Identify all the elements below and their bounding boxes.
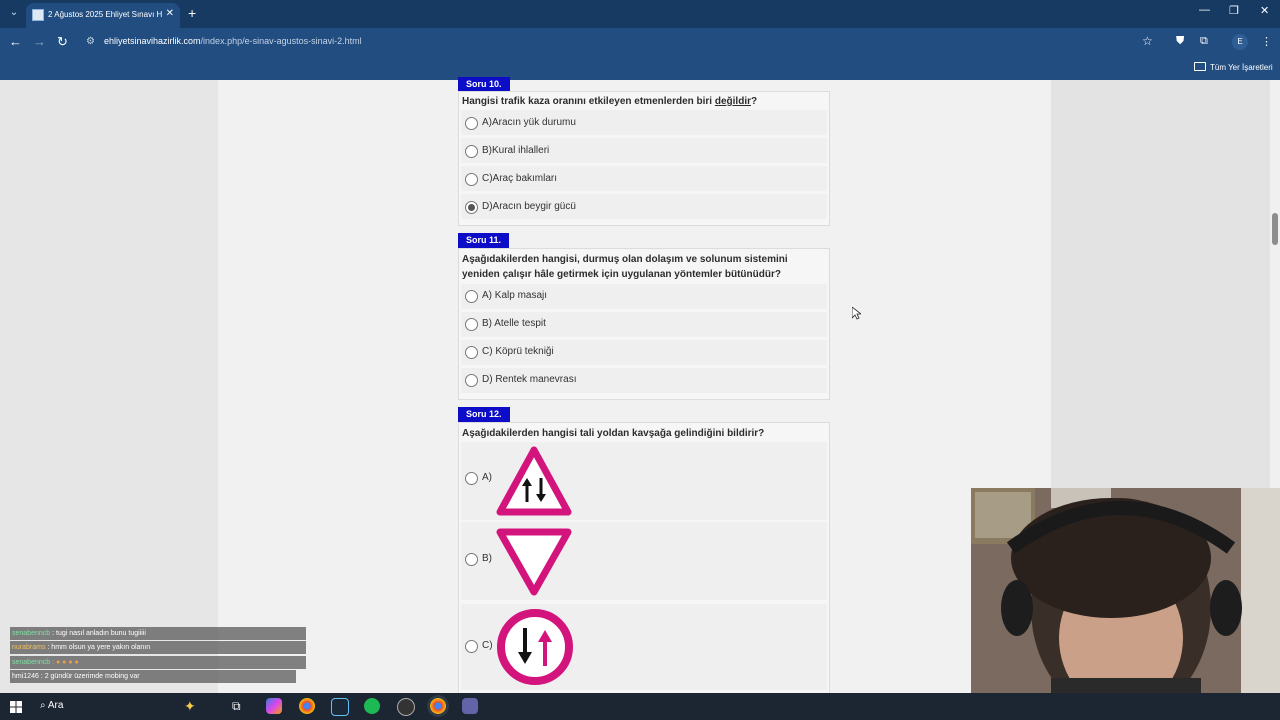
- question-10-radio-c[interactable]: [465, 173, 478, 186]
- chat-message: hmi1246 : 2 gündür üzerimde mobing var: [10, 670, 296, 683]
- question-10-radio-a[interactable]: [465, 117, 478, 130]
- two-way-traffic-triangle-sign[interactable]: [496, 446, 572, 516]
- left-margin: [0, 80, 218, 693]
- oncoming-priority-circle-sign[interactable]: [496, 608, 574, 686]
- bookmark-star-icon[interactable]: ☆: [1142, 34, 1153, 48]
- question-10-option-d-label[interactable]: D)Aracın beygir gücü: [482, 201, 576, 212]
- chat-text: : ● ● ● ●: [52, 659, 79, 666]
- question-12-option-c-label[interactable]: C): [482, 640, 493, 651]
- question-10-label: Soru 10.: [458, 77, 510, 92]
- chat-user: hmi1246: [12, 673, 39, 680]
- question-11-option-c-label[interactable]: C) Köprü tekniği: [482, 346, 554, 357]
- task-view-icon[interactable]: ⧉: [232, 698, 248, 714]
- question-12-radio-c[interactable]: [465, 640, 478, 653]
- question-11-radio-a[interactable]: [465, 290, 478, 303]
- url-host: ehliyetsinavihazirlik.com: [104, 36, 201, 46]
- teams-icon[interactable]: [462, 698, 478, 714]
- question-12-radio-a[interactable]: [465, 472, 478, 485]
- question-11-text-line1: Aşağıdakilerden hangisi, durmuş olan dol…: [462, 254, 788, 265]
- window-close-icon[interactable]: ✕: [1260, 4, 1269, 17]
- all-bookmarks-label: Tüm Yer İşaretleri: [1210, 63, 1273, 72]
- shield-extension-icon[interactable]: ⛊: [1176, 35, 1184, 48]
- question-12-option-b-label[interactable]: B): [482, 553, 492, 564]
- url-path: /index.php/e-sinav-agustos-sinavi-2.html: [200, 36, 362, 46]
- question-11-radio-b[interactable]: [465, 318, 478, 331]
- question-11-option-b-label[interactable]: B) Atelle tespit: [482, 318, 546, 329]
- restore-icon[interactable]: ❐: [1229, 4, 1239, 17]
- windows-start-icon[interactable]: [10, 701, 22, 713]
- more-menu-icon[interactable]: ⋮: [1261, 35, 1272, 48]
- taskbar-search[interactable]: ⌕ Ara: [40, 700, 63, 711]
- question-11-option-d-label[interactable]: D) Rentek manevrası: [482, 374, 576, 385]
- all-bookmarks-folder[interactable]: Tüm Yer İşaretleri: [1194, 62, 1273, 72]
- obs-icon[interactable]: [397, 698, 415, 716]
- question-10-option-c-label[interactable]: C)Araç bakımları: [482, 173, 557, 184]
- chat-message: senabenncb : tugi nasıl anladın bunu tug…: [10, 627, 306, 640]
- chat-user: nurabrams: [12, 644, 46, 651]
- taskbar-search-label: Ara: [47, 700, 64, 711]
- chat-text: : hmm olsun ya yere yakın olanın: [47, 644, 151, 651]
- question-11-option-a-label[interactable]: A) Kalp masajı: [482, 290, 547, 301]
- chrome-active-icon[interactable]: [430, 698, 446, 714]
- tab-title: 2 Ağustos 2025 Ehliyet Sınavı H: [48, 10, 163, 19]
- question-10-text-main: Hangisi trafik kaza oranını etkileyen et…: [462, 96, 715, 107]
- spotify-icon[interactable]: [364, 698, 380, 714]
- tab-search-icon[interactable]: ⌄: [6, 5, 22, 21]
- chat-message: senabenncb : ● ● ● ●: [10, 656, 306, 669]
- webcam-overlay: [971, 488, 1280, 693]
- forward-arrow-icon[interactable]: →: [33, 34, 46, 50]
- search-icon: ⌕: [40, 700, 46, 711]
- question-11-radio-d[interactable]: [465, 374, 478, 387]
- back-arrow-icon[interactable]: ←: [9, 34, 22, 50]
- mouse-cursor-icon: [852, 307, 861, 320]
- extensions-puzzle-icon[interactable]: ⧉: [1200, 35, 1208, 48]
- question-10-option-a-label[interactable]: A)Aracın yük durumu: [482, 117, 576, 128]
- tab-close-icon[interactable]: ✕: [166, 8, 174, 19]
- site-favicon-icon: [32, 9, 44, 21]
- give-way-inverted-triangle-sign[interactable]: [496, 528, 572, 596]
- question-12-radio-b[interactable]: [465, 553, 478, 566]
- chat-text: : tugi nasıl anladın bunu tugiiiii: [52, 630, 146, 637]
- question-12-option-a-label[interactable]: A): [482, 472, 492, 483]
- question-10-option-b-label[interactable]: B)Kural ihlalleri: [482, 145, 549, 156]
- chat-text: : 2 gündür üzerimde mobing var: [40, 673, 140, 680]
- question-11-text-line2: yeniden çalışır hâle getirmek için uygul…: [462, 269, 781, 280]
- site-info-icon[interactable]: ⚙: [86, 36, 95, 47]
- bookmarks-bar: [0, 56, 1280, 80]
- question-10-radio-d[interactable]: [465, 201, 478, 214]
- copilot-app-icon[interactable]: [266, 698, 282, 714]
- webcam-person-image: [971, 488, 1280, 693]
- profile-avatar[interactable]: E: [1232, 34, 1248, 50]
- steam-icon[interactable]: [331, 698, 349, 716]
- url-text[interactable]: ehliyetsinavihazirlik.com/index.php/e-si…: [104, 36, 362, 46]
- active-tab[interactable]: 2 Ağustos 2025 Ehliyet Sınavı H ✕: [26, 3, 180, 28]
- question-12-text: Aşağıdakilerden hangisi tali yoldan kavş…: [462, 428, 765, 439]
- chrome-icon[interactable]: [299, 698, 315, 714]
- question-10-text-underlined: değildir: [714, 96, 751, 107]
- question-10-text: Hangisi trafik kaza oranını etkileyen et…: [462, 94, 812, 109]
- question-10-text-suffix: ?: [751, 96, 758, 107]
- copilot-sparkle-icon[interactable]: ✦: [184, 698, 200, 714]
- new-tab-button[interactable]: +: [188, 5, 196, 21]
- scrollbar-thumb[interactable]: [1272, 213, 1278, 245]
- reload-icon[interactable]: ↻: [57, 34, 68, 50]
- chat-user: senabenncb: [12, 659, 51, 666]
- question-11-label: Soru 11.: [458, 233, 510, 248]
- folder-icon: [1194, 62, 1206, 71]
- question-12-label: Soru 12.: [458, 407, 510, 422]
- question-10-radio-b[interactable]: [465, 145, 478, 158]
- question-11-radio-c[interactable]: [465, 346, 478, 359]
- minimize-icon[interactable]: —: [1199, 4, 1210, 16]
- chat-message: nurabrams : hmm olsun ya yere yakın olan…: [10, 641, 306, 654]
- chat-user: senabenncb: [12, 630, 51, 637]
